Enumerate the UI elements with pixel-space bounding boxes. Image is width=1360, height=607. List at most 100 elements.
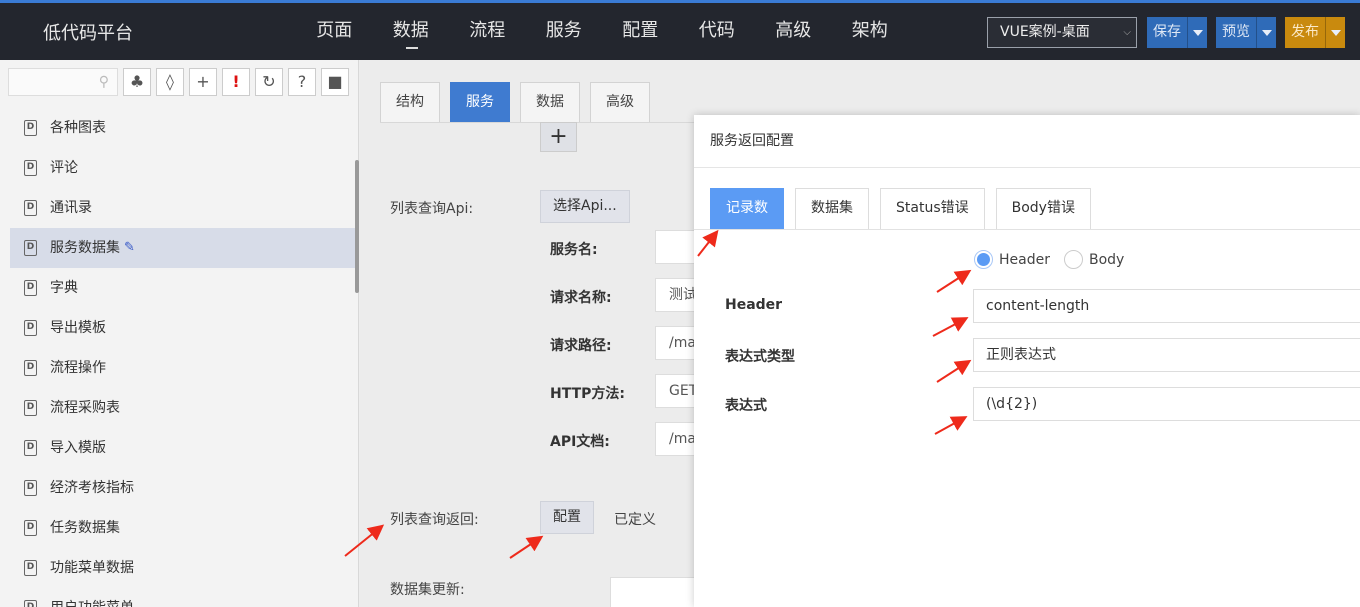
sidebar-scrollbar[interactable] — [355, 160, 359, 293]
project-select[interactable]: VUE案例-桌面 ⌵ — [987, 17, 1137, 48]
body-radio-label[interactable]: Body — [1089, 252, 1124, 268]
tab-dataset[interactable]: 数据集 — [795, 188, 869, 229]
body-radio[interactable] — [1063, 250, 1083, 269]
tree-item[interactable]: D 通讯录 — [10, 188, 355, 228]
tree-item[interactable]: D 功能菜单数据 — [10, 548, 355, 588]
tab-status-error[interactable]: Status错误 — [880, 188, 985, 229]
tree-item-label: 任务数据集 — [50, 520, 120, 536]
tree-item-label: 通讯录 — [50, 200, 92, 216]
document-icon: D — [24, 280, 37, 296]
chevron-down-icon: ⌵ — [1123, 27, 1131, 38]
document-icon: D — [24, 200, 37, 216]
tag-icon[interactable]: ◊ — [156, 68, 184, 96]
tree-item[interactable]: D 评论 — [10, 148, 355, 188]
nav-item-flow[interactable]: 流程 — [449, 3, 526, 60]
tree-item-label: 经济考核指标 — [50, 480, 134, 496]
document-icon: D — [24, 360, 37, 376]
tree-item-label: 导出模板 — [50, 320, 106, 336]
tab-body-error[interactable]: Body错误 — [995, 188, 1091, 229]
tab-advanced[interactable]: 高级 — [590, 82, 650, 123]
list-return-label: 列表查询返回: — [390, 512, 479, 528]
main-tabs: 结构 服务 数据 高级 — [380, 82, 660, 123]
preview-button[interactable]: 预览 — [1216, 17, 1276, 48]
save-button[interactable]: 保存 — [1147, 17, 1207, 48]
api-doc-label: API文档: — [550, 434, 610, 450]
header-radio-label[interactable]: Header — [999, 252, 1050, 268]
dialog-tabs: 记录数 数据集 Status错误 Body错误 — [710, 188, 1102, 229]
nav-item-service[interactable]: 服务 — [526, 3, 603, 60]
dataset-update-label: 数据集更新: — [390, 582, 465, 598]
sidebar: ⚲ ♣ ◊ + ! ↻ ? ■ D 各种图表 D 评论 D 通讯录 D 服务数据集 ✎ D… — [0, 60, 359, 607]
tree-item[interactable]: D 字典 — [10, 268, 355, 308]
dataset-tree: D 各种图表 D 评论 D 通讯录 D 服务数据集 ✎ D 字典 D 导出模板 D 流程操作 D… — [10, 108, 355, 607]
dialog-title: 服务返回配置 — [694, 115, 1360, 168]
help-icon[interactable]: ? — [288, 68, 316, 96]
plus-icon[interactable]: + — [189, 68, 217, 96]
nav-item-config[interactable]: 配置 — [602, 3, 679, 60]
preview-button-label[interactable]: 预览 — [1216, 17, 1256, 48]
save-button-label[interactable]: 保存 — [1147, 17, 1187, 48]
dialog-tabs-divider — [694, 229, 1360, 230]
search-icon[interactable]: ⚲ — [99, 74, 109, 90]
dataset-update-field[interactable] — [610, 577, 700, 607]
expression-input[interactable]: (\d{2}) — [973, 387, 1360, 421]
tree-item[interactable]: D 各种图表 — [10, 108, 355, 148]
main-nav: 页面 数据 流程 服务 配置 代码 高级 架构 — [296, 3, 908, 60]
expression-type-select[interactable]: 正则表达式 — [973, 338, 1360, 372]
config-button[interactable]: 配置 — [540, 501, 594, 534]
request-path-label: 请求路径: — [550, 338, 612, 354]
document-icon: D — [24, 320, 37, 336]
expression-type-label: 表达式类型 — [725, 349, 795, 365]
tab-service[interactable]: 服务 — [450, 82, 510, 123]
http-method-label: HTTP方法: — [550, 386, 625, 402]
nav-item-architecture[interactable]: 架构 — [832, 3, 909, 60]
tree-item-label: 功能菜单数据 — [50, 560, 134, 576]
nav-item-code[interactable]: 代码 — [679, 3, 756, 60]
nav-item-data[interactable]: 数据 — [373, 3, 450, 60]
document-icon: D — [24, 240, 37, 256]
header-input[interactable]: content-length — [973, 289, 1360, 323]
tab-record-count[interactable]: 记录数 — [710, 188, 784, 229]
header-radio[interactable] — [974, 250, 993, 269]
nav-item-page[interactable]: 页面 — [296, 3, 373, 60]
tree-item[interactable]: D 流程操作 — [10, 348, 355, 388]
tab-structure[interactable]: 结构 — [380, 82, 440, 123]
defined-status: 已定义 — [614, 512, 656, 528]
sidebar-toolbar: ⚲ ♣ ◊ + ! ↻ ? ■ — [8, 68, 349, 96]
tree-item-label: 流程采购表 — [50, 400, 120, 416]
tree-icon[interactable]: ♣ — [123, 68, 151, 96]
app-title: 低代码平台 — [43, 23, 133, 44]
tree-item[interactable]: D 任务数据集 — [10, 508, 355, 548]
list-api-label: 列表查询Api: — [390, 201, 474, 217]
tree-item[interactable]: D 导出模板 — [10, 308, 355, 348]
tree-item-label: 服务数据集 — [50, 240, 120, 256]
tree-item-label: 各种图表 — [50, 120, 106, 136]
source-radio-group: Header Body — [974, 250, 1138, 269]
add-button[interactable]: + — [540, 122, 577, 152]
preview-dropdown-icon[interactable] — [1256, 17, 1276, 48]
refresh-icon[interactable]: ↻ — [255, 68, 283, 96]
document-icon: D — [24, 440, 37, 456]
tree-item[interactable]: D 导入模版 — [10, 428, 355, 468]
window-icon[interactable]: ■ — [321, 68, 349, 96]
tree-item[interactable]: D 用户功能菜单 — [10, 588, 355, 607]
service-return-dialog: 服务返回配置 记录数 数据集 Status错误 Body错误 Header Bo… — [694, 115, 1360, 607]
tree-item-selected[interactable]: D 服务数据集 ✎ — [10, 228, 355, 268]
publish-dropdown-icon[interactable] — [1325, 17, 1345, 48]
publish-button-label[interactable]: 发布 — [1285, 17, 1325, 48]
nav-item-advanced[interactable]: 高级 — [755, 3, 832, 60]
publish-button[interactable]: 发布 — [1285, 17, 1345, 48]
tree-item-label: 流程操作 — [50, 360, 106, 376]
select-api-button[interactable]: 选择Api... — [540, 190, 630, 223]
search-input[interactable]: ⚲ — [8, 68, 118, 96]
alert-icon[interactable]: ! — [222, 68, 250, 96]
tree-item[interactable]: D 流程采购表 — [10, 388, 355, 428]
document-icon: D — [24, 400, 37, 416]
tree-item[interactable]: D 经济考核指标 — [10, 468, 355, 508]
tab-data[interactable]: 数据 — [520, 82, 580, 123]
tree-item-label: 用户功能菜单 — [50, 588, 134, 607]
expression-label: 表达式 — [725, 398, 767, 414]
save-dropdown-icon[interactable] — [1187, 17, 1207, 48]
tree-item-label: 导入模版 — [50, 440, 106, 456]
edit-icon[interactable]: ✎ — [124, 228, 135, 268]
